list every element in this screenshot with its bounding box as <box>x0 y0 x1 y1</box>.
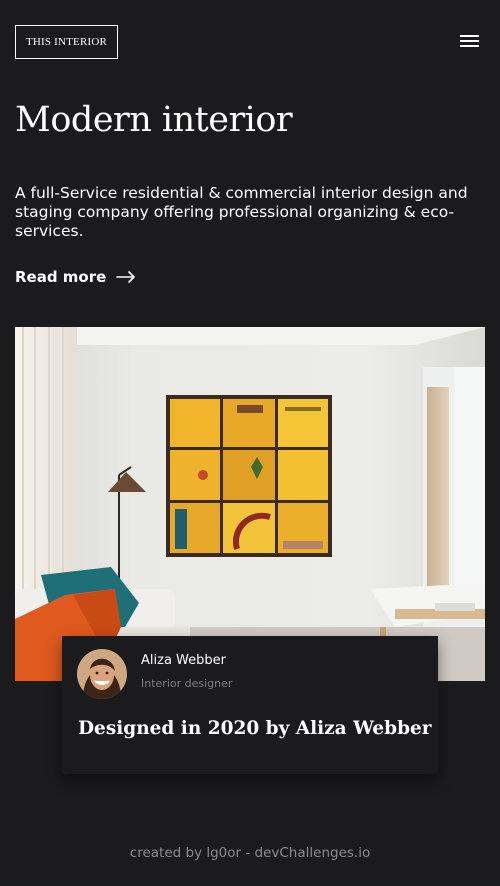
logo[interactable]: THIS INTERIOR <box>15 25 118 59</box>
designer-name: Aliza Webber <box>141 653 226 668</box>
avatar <box>77 649 127 699</box>
read-more-link[interactable]: Read more <box>15 268 136 286</box>
logo-text: THIS INTERIOR <box>25 36 108 48</box>
footer-credit: created by lg0or - devChallenges.io <box>129 845 371 861</box>
arrow-right-icon <box>116 271 136 283</box>
hero-image <box>15 327 485 681</box>
read-more-label: Read more <box>15 268 107 286</box>
designer-card: Aliza Webber Interior designer Designed … <box>62 636 438 774</box>
hamburger-menu-icon[interactable] <box>460 35 480 49</box>
card-headline: Designed in 2020 by Aliza Webber <box>78 718 432 739</box>
page-title: Modern interior <box>15 100 293 140</box>
designer-role: Interior designer <box>141 677 233 690</box>
hero-description: A full-Service residential & commercial … <box>15 184 468 240</box>
